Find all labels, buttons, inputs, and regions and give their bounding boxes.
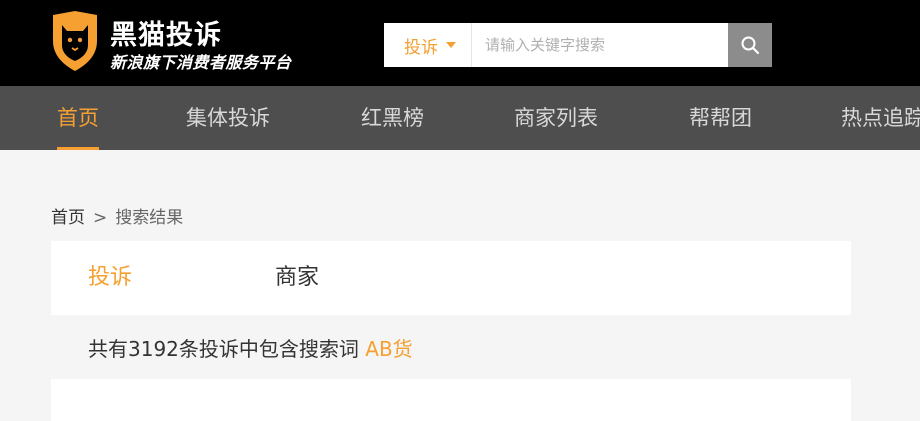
result-summary: 共有3192条投诉中包含搜索词 AB货 [88, 333, 413, 362]
nav-item-collective-complaints[interactable]: 集体投诉 [186, 86, 270, 150]
breadcrumb-home[interactable]: 首页 [51, 208, 85, 228]
search-bar: 投诉 [384, 23, 772, 67]
nav-item-ranking[interactable]: 红黑榜 [361, 86, 424, 150]
breadcrumb: 首页 > 搜索结果 [51, 203, 183, 228]
nav-item-hot-topics[interactable]: 热点追踪 [841, 86, 920, 150]
nav-item-home[interactable]: 首页 [57, 86, 99, 150]
site-logo[interactable]: 黑猫投诉 新浪旗下消费者服务平台 [50, 11, 330, 73]
brand-subtitle: 新浪旗下消费者服务平台 [110, 53, 292, 72]
search-button[interactable] [728, 23, 772, 67]
breadcrumb-current: 搜索结果 [115, 208, 184, 228]
search-input[interactable] [472, 23, 728, 67]
tab-merchants[interactable]: 商家 [275, 241, 319, 315]
result-keyword: AB货 [365, 337, 413, 361]
caret-down-icon [446, 42, 456, 48]
search-type-dropdown[interactable]: 投诉 [384, 23, 472, 67]
search-icon [741, 36, 760, 55]
search-type-label: 投诉 [404, 37, 438, 58]
nav-item-merchant-list[interactable]: 商家列表 [514, 86, 598, 150]
nav-item-help-group[interactable]: 帮帮团 [689, 86, 752, 150]
top-header: 黑猫投诉 新浪旗下消费者服务平台 投诉 [0, 0, 920, 86]
cat-shield-icon [53, 11, 97, 71]
breadcrumb-separator: > [93, 208, 108, 228]
main-nav: 首页 集体投诉 红黑榜 商家列表 帮帮团 热点追踪 [0, 86, 920, 150]
tab-complaints[interactable]: 投诉 [88, 241, 132, 315]
result-list [51, 379, 851, 421]
result-count: 3192 [128, 337, 179, 361]
result-tabs: 投诉 商家 [51, 241, 851, 315]
brand-title: 黑猫投诉 [110, 20, 222, 51]
result-middle: 条投诉中包含搜索词 [178, 337, 359, 361]
result-prefix: 共有 [88, 337, 128, 361]
